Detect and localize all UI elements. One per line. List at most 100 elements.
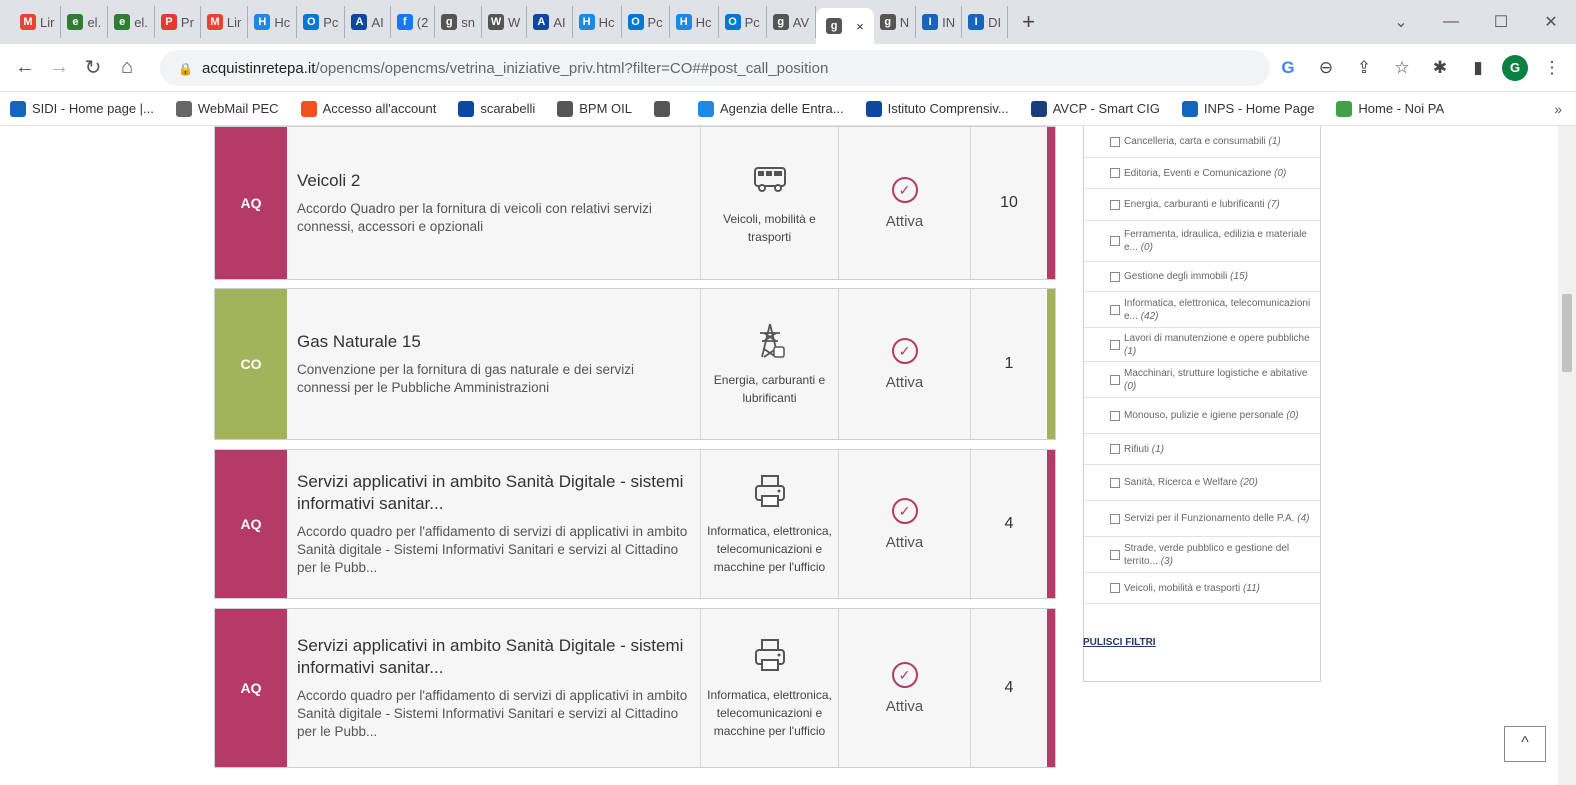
browser-tab[interactable]: e el. [61,6,109,38]
bookmark-star-icon[interactable]: ☆ [1388,58,1416,78]
category-filter-item[interactable]: Lavori di manutenzione e opere pubbliche… [1084,328,1320,362]
filter-checkbox[interactable] [1110,271,1120,282]
initiative-title[interactable]: Servizi applicativi in ambito Sanità Dig… [297,471,690,515]
url-field[interactable]: 🔒 acquistinretepa.it/opencms/opencms/vet… [160,50,1270,86]
browser-tab[interactable]: I DI [962,6,1009,38]
clear-filters-link[interactable]: PULISCI FILTRI [1083,637,1156,648]
filter-checkbox[interactable] [1110,477,1120,488]
minimize-button[interactable]: — [1426,13,1476,31]
initiative-card[interactable]: AQ Veicoli 2 Accordo Quadro per la fornitu… [214,126,1056,280]
browser-tab[interactable]: P Pr [155,6,201,38]
category-filter-item[interactable]: Veicoli, mobilità e trasporti (11) [1084,573,1320,604]
category-filter-item[interactable]: Sanità, Ricerca e Welfare (20) [1084,465,1320,501]
browser-tab[interactable]: g sn [435,6,483,38]
close-tab-icon[interactable]: × [856,19,864,34]
profile-avatar[interactable]: G [1502,55,1528,81]
browser-tab[interactable]: O Pc [719,6,767,38]
zoom-icon[interactable]: ⊖ [1312,58,1340,78]
bookmark-item[interactable]: Istituto Comprensiv... [865,100,1009,117]
browser-tab[interactable]: H Hc [573,6,622,38]
scrollbar-thumb[interactable] [1562,294,1572,372]
back-button[interactable]: ← [8,56,42,79]
category-filter-item[interactable]: Cancelleria, carta e consumabili (1) [1084,126,1320,158]
browser-tab[interactable]: g AV [767,6,817,38]
filter-checkbox[interactable] [1110,374,1120,385]
browser-tab[interactable]: I IN [916,6,963,38]
browser-tab[interactable]: e el. [108,6,155,38]
category-filter-item[interactable]: Gestione degli immobili (15) [1084,262,1320,292]
more-bookmarks-button[interactable]: » [1554,101,1562,117]
initiative-status: ✓ Attiva [839,127,971,279]
new-tab-button[interactable]: + [1022,9,1035,35]
google-icon[interactable]: G [1274,58,1302,78]
page-scrollbar[interactable] [1558,126,1576,785]
bookmark-item[interactable]: Accesso all'account [300,100,436,117]
bus-icon [750,160,790,200]
filter-checkbox[interactable] [1110,168,1120,178]
category-filter-item[interactable]: Editoria, Eventi e Comunicazione (0) [1084,158,1320,189]
category-filter-item[interactable]: Monouso, pulizie e igiene personale (0) [1084,398,1320,434]
bookmark-item[interactable] [654,100,676,117]
category-label: Energia, carburanti e lubrificanti [713,373,826,405]
forward-button[interactable]: → [42,56,76,79]
browser-tab[interactable]: M Lir [14,6,62,38]
browser-tab[interactable]: f (2 [391,6,436,38]
bookmark-item[interactable]: BPM OIL [557,100,632,117]
browser-tab[interactable]: M Lir [201,6,249,38]
side-panel-icon[interactable]: ▮ [1464,58,1492,78]
browser-tab[interactable]: H Hc [248,6,298,38]
bookmark-item[interactable]: Agenzia delle Entra... [698,100,844,117]
bookmark-item[interactable]: INPS - Home Page [1181,100,1314,117]
initiative-card[interactable]: AQ Servizi applicativi in ambito Sanità D… [214,608,1056,768]
active-browser-tab[interactable]: g × [816,8,874,44]
filter-checkbox[interactable] [1110,339,1120,350]
close-window-button[interactable]: ✕ [1526,12,1576,32]
bookmark-item[interactable]: AVCP - Smart CIG [1030,100,1160,117]
category-filter-item[interactable]: Strade, verde pubblico e gestione del te… [1084,537,1320,573]
maximize-button[interactable]: ☐ [1476,12,1526,32]
browser-tab[interactable]: O Pc [622,6,670,38]
category-filter-item[interactable]: Macchinari, strutture logistiche e abita… [1084,362,1320,398]
filter-checkbox[interactable] [1110,444,1120,454]
browser-tab[interactable]: A AI [527,6,573,38]
school-icon [865,100,882,117]
share-icon[interactable]: ⇪ [1350,58,1378,78]
browser-tab[interactable]: O Pc [297,6,346,38]
filter-checkbox[interactable] [1110,199,1120,210]
page-content: AQ Veicoli 2 Accordo Quadro per la fornitu… [0,126,1576,785]
filter-checkbox[interactable] [1110,410,1120,421]
browser-tab[interactable]: H Hc [670,6,719,38]
tab-search-icon[interactable]: ⌄ [1376,12,1426,32]
filter-label: Editoria, Eventi e Comunicazione [1124,167,1272,179]
bookmark-item[interactable]: WebMail PEC [175,100,279,117]
menu-icon[interactable]: ⋮ [1538,58,1566,78]
category-filter-item[interactable]: Energia, carburanti e lubrificanti (7) [1084,189,1320,221]
bookmark-item[interactable]: SIDI - Home page |... [10,100,154,117]
browser-tab[interactable]: A AI [345,6,391,38]
toolbar-actions: G ⊖ ⇪ ☆ ✱ ▮ G ⋮ [1274,44,1566,92]
bookmark-item[interactable]: scarabelli [458,100,535,117]
category-filter-item[interactable]: Informatica, elettronica, telecomunicazi… [1084,292,1320,328]
initiative-title[interactable]: Servizi applicativi in ambito Sanità Dig… [297,635,690,679]
home-button[interactable]: ⌂ [110,56,144,79]
initiative-title[interactable]: Gas Naturale 15 [297,331,690,353]
back-to-top-button[interactable]: ^ [1504,726,1546,762]
category-filter-item[interactable]: Ferramenta, idraulica, edilizia e materi… [1084,221,1320,262]
filter-checkbox[interactable] [1110,549,1120,560]
bookmark-item[interactable]: Home - Noi PA [1336,100,1444,117]
filter-checkbox[interactable] [1110,136,1120,147]
category-filter-item[interactable]: Servizi per il Funzionamento delle P.A. … [1084,501,1320,537]
filter-checkbox[interactable] [1110,236,1120,246]
extensions-icon[interactable]: ✱ [1426,58,1454,78]
category-filter-item[interactable]: Rifiuti (1) [1084,434,1320,465]
initiative-card[interactable]: AQ Servizi applicativi in ambito Sanità D… [214,449,1056,599]
browser-tab[interactable]: WW [482,6,528,38]
filter-checkbox[interactable] [1110,513,1120,524]
initiative-type-badge: AQ [215,609,287,767]
initiative-card[interactable]: CO Gas Naturale 15 Convenzione per la forn… [214,288,1056,440]
reload-button[interactable]: ↻ [76,55,110,80]
filter-checkbox[interactable] [1110,304,1120,315]
initiative-title[interactable]: Veicoli 2 [297,170,690,192]
filter-checkbox[interactable] [1110,583,1120,593]
browser-tab[interactable]: gN [874,6,917,38]
